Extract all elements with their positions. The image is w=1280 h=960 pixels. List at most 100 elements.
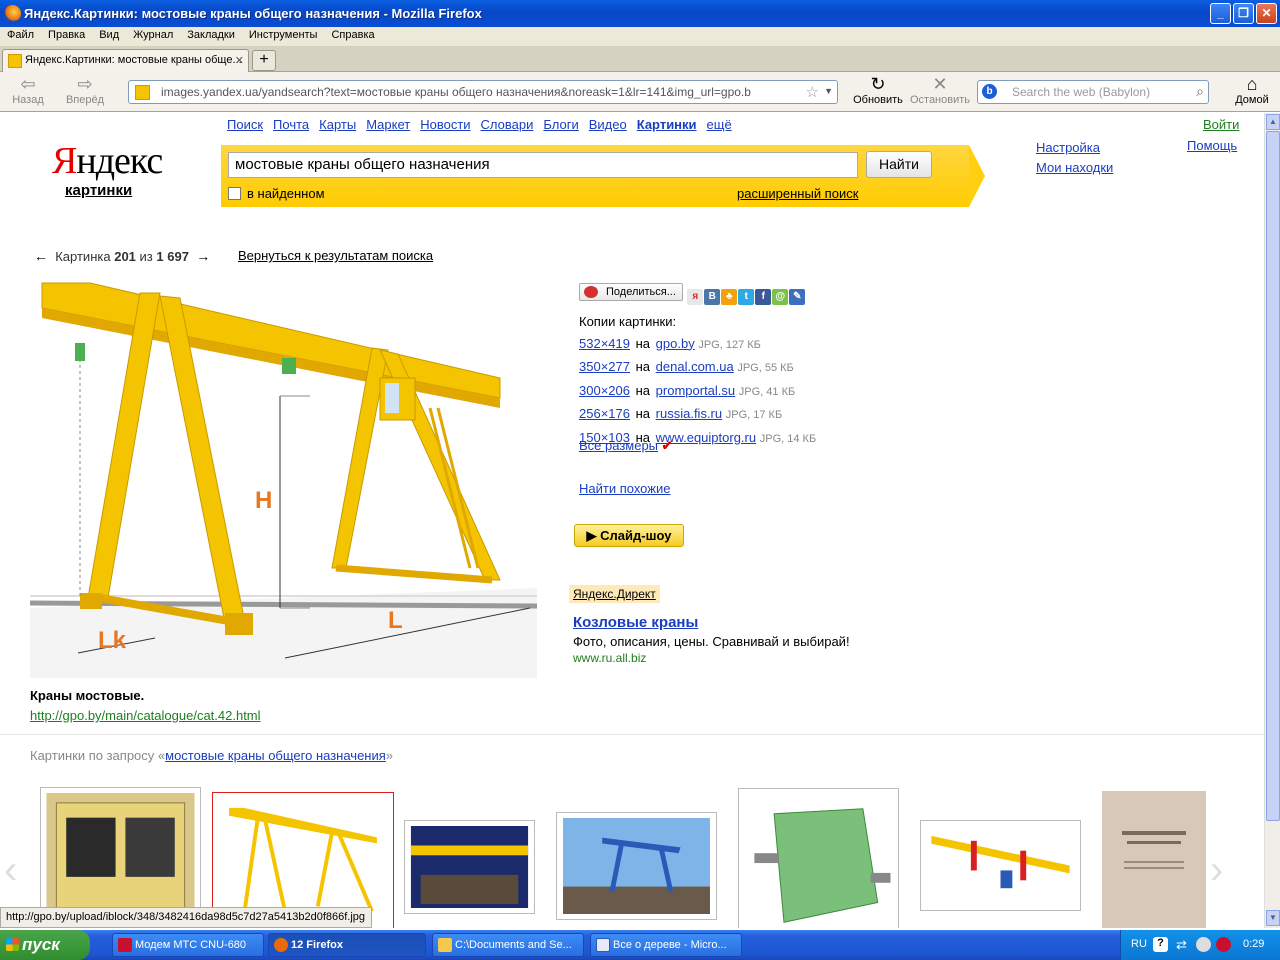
find-similar-link[interactable]: Найти похожие: [579, 481, 670, 496]
help-link[interactable]: Помощь: [1187, 138, 1237, 153]
service-images[interactable]: Картинки: [637, 117, 697, 132]
find-button[interactable]: Найти: [866, 151, 932, 178]
clock-tray-icon[interactable]: [1196, 937, 1211, 952]
back-button[interactable]: ⇦ Назад: [8, 74, 48, 106]
copy-size-link[interactable]: 350×277: [579, 359, 630, 374]
all-sizes-link[interactable]: Все размеры: [579, 438, 658, 453]
service-blogs[interactable]: Блоги: [543, 117, 578, 132]
menu-file[interactable]: Файл: [0, 27, 41, 41]
copy-site-link[interactable]: promportal.su: [656, 383, 735, 398]
language-indicator[interactable]: RU: [1131, 938, 1147, 950]
search-input[interactable]: мостовые краны общего назначения: [228, 152, 858, 178]
my-finds-link[interactable]: Мои находки: [1036, 160, 1113, 175]
odnoklassniki-icon[interactable]: ♣: [721, 289, 738, 305]
carousel-prev-icon[interactable]: ‹: [4, 848, 17, 893]
web-search-input[interactable]: b Search the web (Babylon) ⌕: [977, 80, 1209, 104]
yandex-logo[interactable]: Яндекс: [52, 139, 163, 183]
image-pager: ← Картинка 201 из 1 697 →: [34, 248, 211, 264]
copy-site-link[interactable]: russia.fis.ru: [656, 406, 722, 421]
bookmark-star-icon[interactable]: ☆: [806, 83, 819, 101]
copy-size-link[interactable]: 532×419: [579, 336, 630, 351]
copy-site-link[interactable]: gpo.by: [656, 336, 695, 351]
prev-image-arrow-icon[interactable]: ←: [34, 248, 48, 264]
vkontakte-icon[interactable]: B: [704, 289, 721, 305]
gantry-crane-image[interactable]: H Lk L: [30, 278, 537, 678]
facebook-icon[interactable]: f: [755, 289, 772, 305]
service-news[interactable]: Новости: [420, 117, 470, 132]
yandex-images-label[interactable]: картинки: [65, 182, 132, 199]
related-query-link[interactable]: мостовые краны общего назначения: [165, 748, 386, 763]
service-maps[interactable]: Карты: [319, 117, 356, 132]
menu-bookmarks[interactable]: Закладки: [180, 27, 242, 41]
advanced-search-link[interactable]: расширенный поиск: [737, 186, 858, 201]
settings-link[interactable]: Настройка: [1036, 140, 1100, 155]
maximize-button[interactable]: ❐: [1233, 3, 1254, 24]
copy-site-link[interactable]: denal.com.ua: [656, 359, 734, 374]
checkbox[interactable]: [228, 187, 241, 200]
back-to-results-link[interactable]: Вернуться к результатам поиска: [238, 248, 433, 263]
image-caption: Краны мостовые.: [30, 688, 145, 703]
next-image-arrow-icon[interactable]: →: [196, 248, 210, 264]
menu-history[interactable]: Журнал: [126, 27, 180, 41]
task-explorer[interactable]: C:\Documents and Se...: [432, 933, 584, 957]
stop-button[interactable]: ✕ Остановить: [908, 74, 972, 106]
help-tray-icon[interactable]: ?: [1153, 937, 1168, 952]
service-market[interactable]: Маркет: [366, 117, 410, 132]
url-bar[interactable]: images.yandex.ua/yandsearch?text=мостовы…: [128, 80, 838, 104]
related-thumb[interactable]: [556, 812, 717, 920]
scrollbar-thumb[interactable]: [1266, 131, 1280, 821]
start-button[interactable]: пуск: [0, 930, 90, 960]
new-tab-button[interactable]: +: [252, 50, 276, 71]
scroll-down-icon[interactable]: ▼: [1266, 910, 1280, 926]
related-thumb[interactable]: [1102, 791, 1206, 928]
livejournal-icon[interactable]: ✎: [789, 289, 806, 305]
menu-view[interactable]: Вид: [92, 27, 126, 41]
yaru-icon[interactable]: я: [687, 289, 704, 305]
service-mail[interactable]: Почта: [273, 117, 309, 132]
carousel-next-icon[interactable]: ›: [1210, 848, 1223, 893]
related-thumb[interactable]: [738, 788, 899, 928]
forward-button[interactable]: ⇨ Вперёд: [62, 74, 108, 106]
antivirus-icon[interactable]: [1216, 937, 1231, 952]
ad-url[interactable]: www.ru.all.biz: [573, 651, 646, 665]
scroll-up-icon[interactable]: ▲: [1266, 114, 1280, 130]
related-thumb[interactable]: [404, 820, 535, 914]
ad-title-link[interactable]: Козловые краны: [573, 614, 698, 631]
minimize-button[interactable]: _: [1210, 3, 1231, 24]
task-modem[interactable]: Модем МТС CNU-680: [112, 933, 264, 957]
window-title: Яндекс.Картинки: мостовые краны общего н…: [24, 6, 482, 21]
signin-link[interactable]: Войти: [1203, 117, 1239, 132]
slideshow-button[interactable]: ▶ Слайд-шоу: [574, 524, 684, 547]
menu-tools[interactable]: Инструменты: [242, 27, 325, 41]
mts-icon: [118, 938, 132, 952]
divider: [0, 734, 1264, 735]
service-search[interactable]: Поиск: [227, 117, 263, 132]
home-button[interactable]: ⌂ Домой: [1230, 74, 1274, 106]
yandex-direct-label[interactable]: Яндекс.Директ: [569, 585, 660, 603]
service-more[interactable]: ещё: [707, 117, 732, 132]
task-firefox[interactable]: 12 Firefox: [268, 933, 426, 957]
search-icon[interactable]: ⌕: [1196, 83, 1204, 100]
menu-help[interactable]: Справка: [324, 27, 381, 41]
moimir-icon[interactable]: @: [772, 289, 789, 305]
related-thumb[interactable]: [920, 820, 1081, 911]
tab-yandex-images[interactable]: Яндекс.Картинки: мостовые краны обще... …: [2, 49, 249, 72]
copy-size-link[interactable]: 300×206: [579, 383, 630, 398]
menu-edit[interactable]: Правка: [41, 27, 92, 41]
image-source-link[interactable]: http://gpo.by/main/catalogue/cat.42.html: [30, 708, 261, 723]
url-text: images.yandex.ua/yandsearch?text=мостовы…: [161, 85, 751, 99]
share-button[interactable]: Поделиться...: [579, 283, 683, 301]
search-in-results-checkbox[interactable]: в найденном: [228, 186, 325, 201]
service-video[interactable]: Видео: [589, 117, 627, 132]
network-icon[interactable]: ⇄: [1176, 937, 1191, 952]
copy-size-link[interactable]: 256×176: [579, 406, 630, 421]
url-dropdown-icon[interactable]: ▼: [824, 86, 833, 96]
vertical-scrollbar[interactable]: ▲ ▼: [1264, 113, 1280, 928]
service-dictionaries[interactable]: Словари: [481, 117, 534, 132]
reload-button[interactable]: ↻ Обновить: [852, 74, 904, 106]
services-nav: Поиск Почта Карты Маркет Новости Словари Блоги…: [227, 117, 742, 132]
close-tab-icon[interactable]: ✕: [235, 54, 244, 67]
twitter-icon[interactable]: t: [738, 289, 755, 305]
task-word[interactable]: Все о дереве - Micro...: [590, 933, 742, 957]
close-button[interactable]: ✕: [1256, 3, 1277, 24]
